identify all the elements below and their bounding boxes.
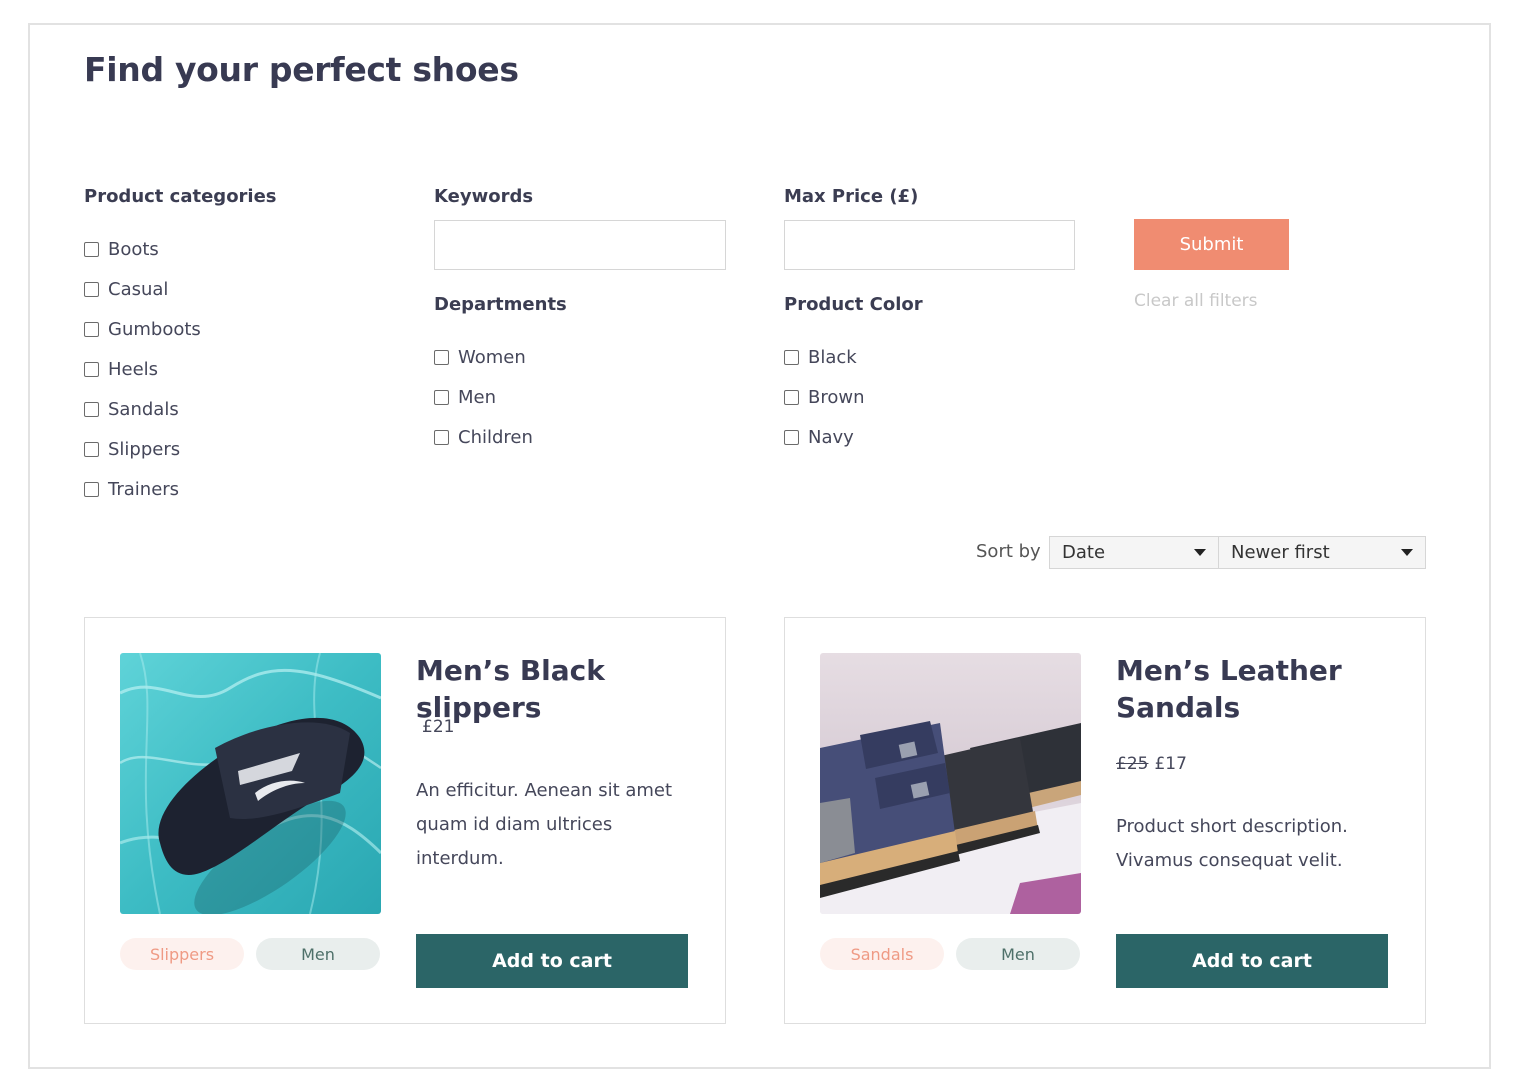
product-card: Men’s Black slippers £21 An efficitur. A… <box>84 617 726 1024</box>
page-title: Find your perfect shoes <box>84 50 519 89</box>
checkbox-label: Men <box>458 386 497 408</box>
color-option-black[interactable]: Black <box>784 337 865 377</box>
checkbox-label: Gumboots <box>108 318 201 340</box>
product-current-price: £17 <box>1154 754 1187 774</box>
sandals-photo <box>820 653 1081 914</box>
checkbox[interactable] <box>84 361 99 377</box>
checkbox[interactable] <box>784 389 799 405</box>
max-price-label: Max Price (£) <box>784 186 919 207</box>
department-tag[interactable]: Men <box>256 938 380 970</box>
checkbox[interactable] <box>84 321 99 337</box>
department-option-women[interactable]: Women <box>434 337 533 377</box>
category-tag[interactable]: Slippers <box>120 938 244 970</box>
checkbox[interactable] <box>434 429 449 445</box>
checkbox[interactable] <box>434 349 449 365</box>
checkbox[interactable] <box>784 429 799 445</box>
max-price-input[interactable] <box>784 220 1075 270</box>
checkbox-label: Women <box>458 346 526 368</box>
departments-label: Departments <box>434 294 567 315</box>
submit-button[interactable]: Submit <box>1134 219 1289 270</box>
color-option-brown[interactable]: Brown <box>784 377 865 417</box>
department-option-children[interactable]: Children <box>434 417 533 457</box>
keywords-input[interactable] <box>434 220 726 270</box>
sort-order-value: Newer first <box>1231 542 1330 563</box>
checkbox-label: Navy <box>808 426 854 448</box>
product-image-sandals[interactable] <box>820 653 1081 914</box>
color-label: Product Color <box>784 294 923 315</box>
departments-list: Women Men Children <box>434 337 533 457</box>
category-option-casual[interactable]: Casual <box>84 269 201 309</box>
categories-label: Product categories <box>84 186 277 207</box>
checkbox-label: Casual <box>108 278 169 300</box>
checkbox-label: Children <box>458 426 533 448</box>
product-card: Men’s Leather Sandals £25 £17 Product sho… <box>784 617 1426 1024</box>
category-option-boots[interactable]: Boots <box>84 229 201 269</box>
category-tag[interactable]: Sandals <box>820 938 944 970</box>
add-to-cart-button[interactable]: Add to cart <box>416 934 688 988</box>
product-title[interactable]: Men’s Black slippers <box>416 652 706 726</box>
clear-filters-link[interactable]: Clear all filters <box>1134 291 1258 311</box>
sort-label: Sort by <box>976 541 1041 562</box>
checkbox[interactable] <box>784 349 799 365</box>
caret-down-icon <box>1401 549 1413 556</box>
category-option-heels[interactable]: Heels <box>84 349 201 389</box>
checkbox-label: Sandals <box>108 398 179 420</box>
add-to-cart-button[interactable]: Add to cart <box>1116 934 1388 988</box>
department-tag[interactable]: Men <box>956 938 1080 970</box>
checkbox-label: Slippers <box>108 438 181 460</box>
category-option-sandals[interactable]: Sandals <box>84 389 201 429</box>
checkbox-label: Black <box>808 346 857 368</box>
checkbox[interactable] <box>84 481 99 497</box>
sort-order-select[interactable]: Newer first <box>1218 536 1426 569</box>
sort-field-value: Date <box>1062 542 1106 563</box>
keywords-label: Keywords <box>434 186 534 207</box>
checkbox[interactable] <box>84 401 99 417</box>
product-image-slipper[interactable] <box>120 653 381 914</box>
checkbox-label: Trainers <box>108 478 180 500</box>
product-description: Product short description. Vivamus conse… <box>1116 816 1348 871</box>
color-option-navy[interactable]: Navy <box>784 417 865 457</box>
checkbox-label: Brown <box>808 386 865 408</box>
category-option-trainers[interactable]: Trainers <box>84 469 201 509</box>
checkbox[interactable] <box>84 241 99 257</box>
product-old-price: £25 <box>1116 754 1149 774</box>
category-option-gumboots[interactable]: Gumboots <box>84 309 201 349</box>
sort-field-select[interactable]: Date <box>1049 536 1219 569</box>
categories-list: Boots Casual Gumboots Heels Sandals Slip… <box>84 229 201 509</box>
slipper-photo <box>120 653 381 914</box>
department-option-men[interactable]: Men <box>434 377 533 417</box>
product-price: £25 £17 <box>1116 754 1187 774</box>
product-description: An efficitur. Aenean sit amet quam id di… <box>416 780 673 869</box>
checkbox[interactable] <box>434 389 449 405</box>
checkbox[interactable] <box>84 441 99 457</box>
checkbox-label: Boots <box>108 238 159 260</box>
category-option-slippers[interactable]: Slippers <box>84 429 201 469</box>
product-current-price: £21 <box>422 717 455 737</box>
checkbox-label: Heels <box>108 358 159 380</box>
product-price: £21 <box>416 717 454 737</box>
color-list: Black Brown Navy <box>784 337 865 457</box>
checkbox[interactable] <box>84 281 99 297</box>
product-title[interactable]: Men’s Leather Sandals <box>1116 652 1406 726</box>
caret-down-icon <box>1194 549 1206 556</box>
